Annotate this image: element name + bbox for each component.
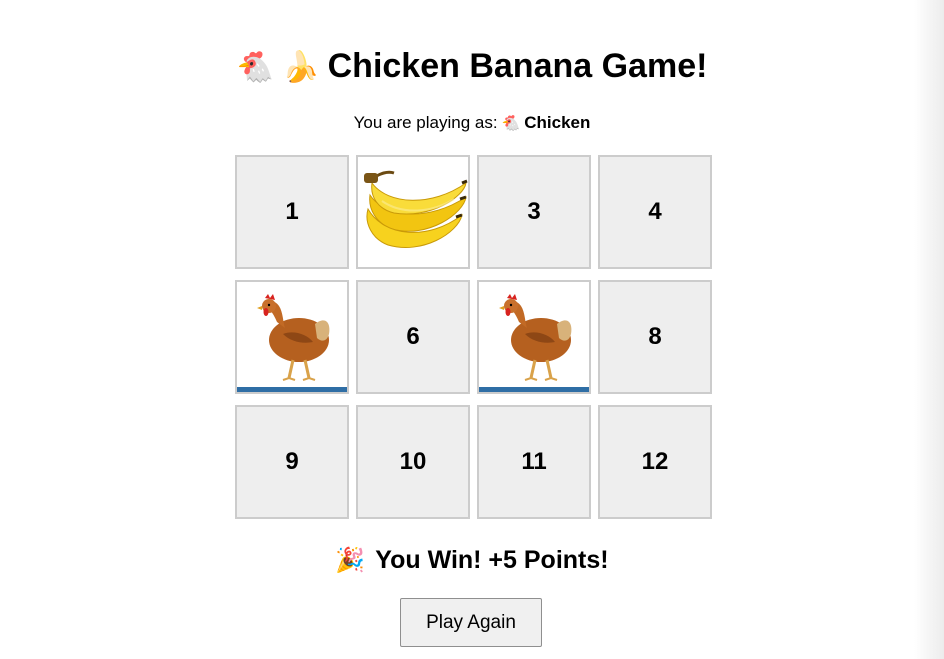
tile-12[interactable]: 12 [598, 405, 712, 519]
chicken-emoji-icon: 🐔 [501, 115, 521, 132]
tile-label: 10 [399, 448, 427, 475]
tile-1[interactable]: 1 [235, 155, 349, 269]
tile-3[interactable]: 3 [477, 155, 591, 269]
party-popper-icon: 🎉 [335, 547, 366, 574]
play-again-button[interactable]: Play Again [400, 598, 542, 647]
game-board: 1 3 4 6 8 9 10 11 12 [235, 155, 712, 519]
result-text: You Win! +5 Points! [375, 546, 609, 574]
tile-label: 11 [521, 448, 547, 475]
tile-label: 4 [648, 198, 662, 225]
tile-11[interactable]: 11 [477, 405, 591, 519]
tile-label: 3 [527, 198, 541, 225]
tile-label: 12 [641, 448, 669, 475]
tile-10[interactable]: 10 [356, 405, 470, 519]
result-message: 🎉 You Win! +5 Points! [0, 543, 944, 578]
tile-5[interactable] [235, 280, 349, 394]
tile-6[interactable]: 6 [356, 280, 470, 394]
tile-8[interactable]: 8 [598, 280, 712, 394]
tile-2[interactable] [356, 155, 470, 269]
tile-4[interactable]: 4 [598, 155, 712, 269]
tile-label: 6 [406, 323, 420, 350]
banana-image [364, 170, 468, 248]
player-role-line: You are playing as: 🐔 Chicken [0, 112, 944, 135]
tile-label: 1 [285, 198, 299, 225]
game-title: 🐔 🍌 Chicken Banana Game! [0, 44, 944, 90]
player-role-prefix: You are playing as: [353, 113, 498, 132]
tile-label: 9 [285, 448, 299, 475]
game-title-text: Chicken Banana Game! [327, 47, 708, 85]
tile-9[interactable]: 9 [235, 405, 349, 519]
tile-label: 8 [648, 323, 662, 350]
chicken-image [237, 294, 347, 392]
player-role-name: Chicken [524, 113, 591, 132]
chicken-image [479, 294, 589, 392]
chicken-banana-emoji-icon: 🐔 🍌 [236, 51, 320, 84]
tile-7[interactable] [477, 280, 591, 394]
